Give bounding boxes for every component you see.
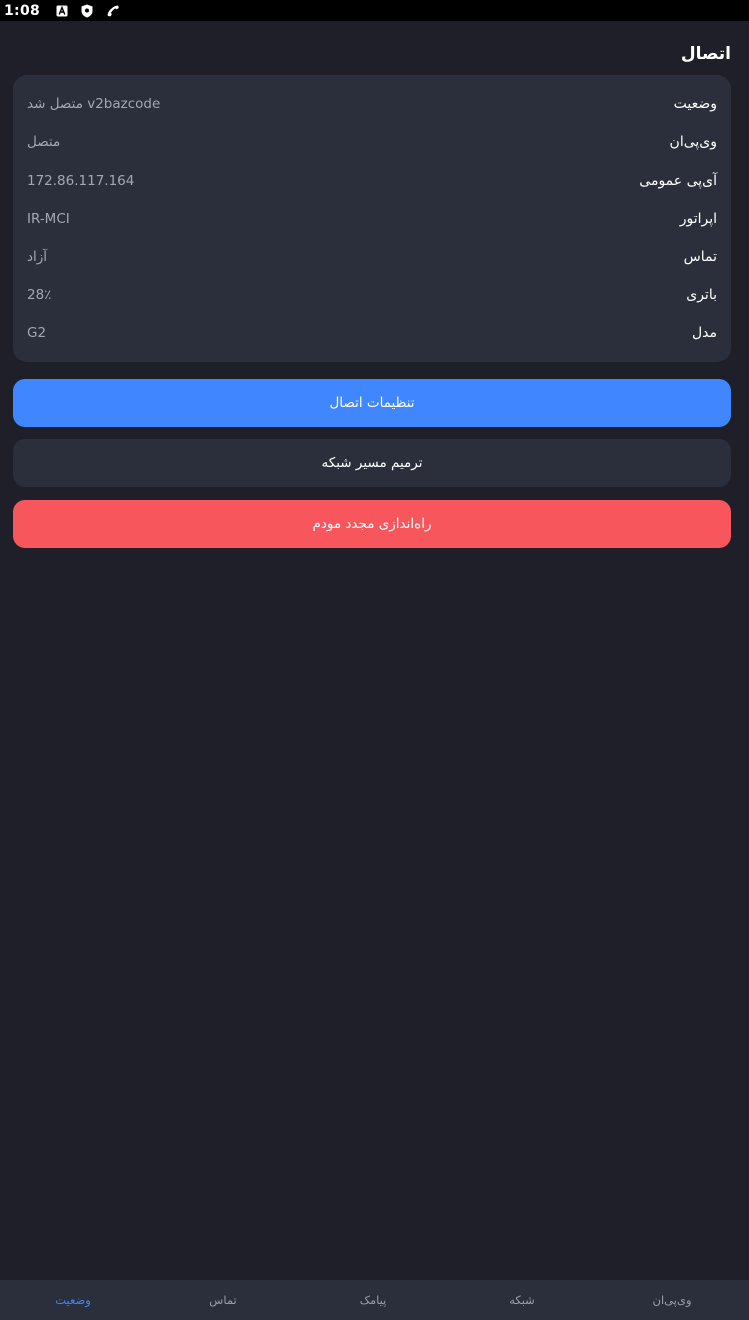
info-row-status: متصل شد v2bazcode وضعیت: [13, 85, 731, 123]
info-value-model: G2: [27, 325, 47, 341]
nav-tab-sms[interactable]: پیامک: [313, 1280, 433, 1320]
info-value-vpn: متصل: [27, 134, 61, 150]
info-card: متصل شد v2bazcode وضعیت متصل وی‌پی‌ان 17…: [13, 75, 731, 362]
connection-settings-button[interactable]: تنظیمات اتصال: [13, 379, 731, 427]
info-row-call: آزاد تماس: [13, 238, 731, 276]
info-label-vpn: وی‌پی‌ان: [669, 134, 717, 150]
info-row-vpn: متصل وی‌پی‌ان: [13, 123, 731, 161]
info-label-call: تماس: [683, 249, 717, 265]
info-label-operator: اپراتور: [679, 211, 717, 227]
nav-tab-vpn[interactable]: وی‌پی‌ان: [612, 1280, 732, 1320]
shield-icon: [81, 4, 93, 18]
nav-tab-network[interactable]: شبکه: [462, 1280, 582, 1320]
info-row-model: G2 مدل: [13, 314, 731, 352]
info-value-battery: 28٪: [27, 287, 52, 303]
nav-tab-call[interactable]: تماس: [163, 1280, 283, 1320]
info-label-status: وضعیت: [673, 96, 717, 112]
restart-modem-button[interactable]: راه‌اندازی مجدد مودم: [13, 500, 731, 548]
nav-tab-status[interactable]: وضعیت: [13, 1280, 133, 1320]
section-title: اتصال: [680, 44, 731, 64]
status-icons: [56, 4, 120, 18]
info-row-public-ip: 172.86.117.164 آی‌پی عمومی: [13, 162, 731, 200]
repair-network-route-button[interactable]: ترمیم مسیر شبکه: [13, 439, 731, 487]
info-row-operator: IR-MCI اپراتور: [13, 200, 731, 238]
info-value-call: آزاد: [27, 249, 48, 265]
phone-icon: [106, 4, 120, 18]
status-bar: 1:08: [0, 0, 749, 21]
bottom-nav: وضعیت تماس پیامک شبکه وی‌پی‌ان: [0, 1280, 749, 1320]
info-label-public-ip: آی‌پی عمومی: [639, 173, 717, 189]
status-time: 1:08: [4, 2, 41, 19]
info-value-public-ip: 172.86.117.164: [27, 173, 135, 189]
a-box-icon: [56, 5, 68, 17]
info-row-battery: 28٪ باتری: [13, 276, 731, 314]
info-value-status: متصل شد v2bazcode: [27, 96, 161, 112]
info-label-battery: باتری: [686, 287, 717, 303]
info-label-model: مدل: [691, 325, 717, 341]
info-value-operator: IR-MCI: [27, 211, 70, 227]
